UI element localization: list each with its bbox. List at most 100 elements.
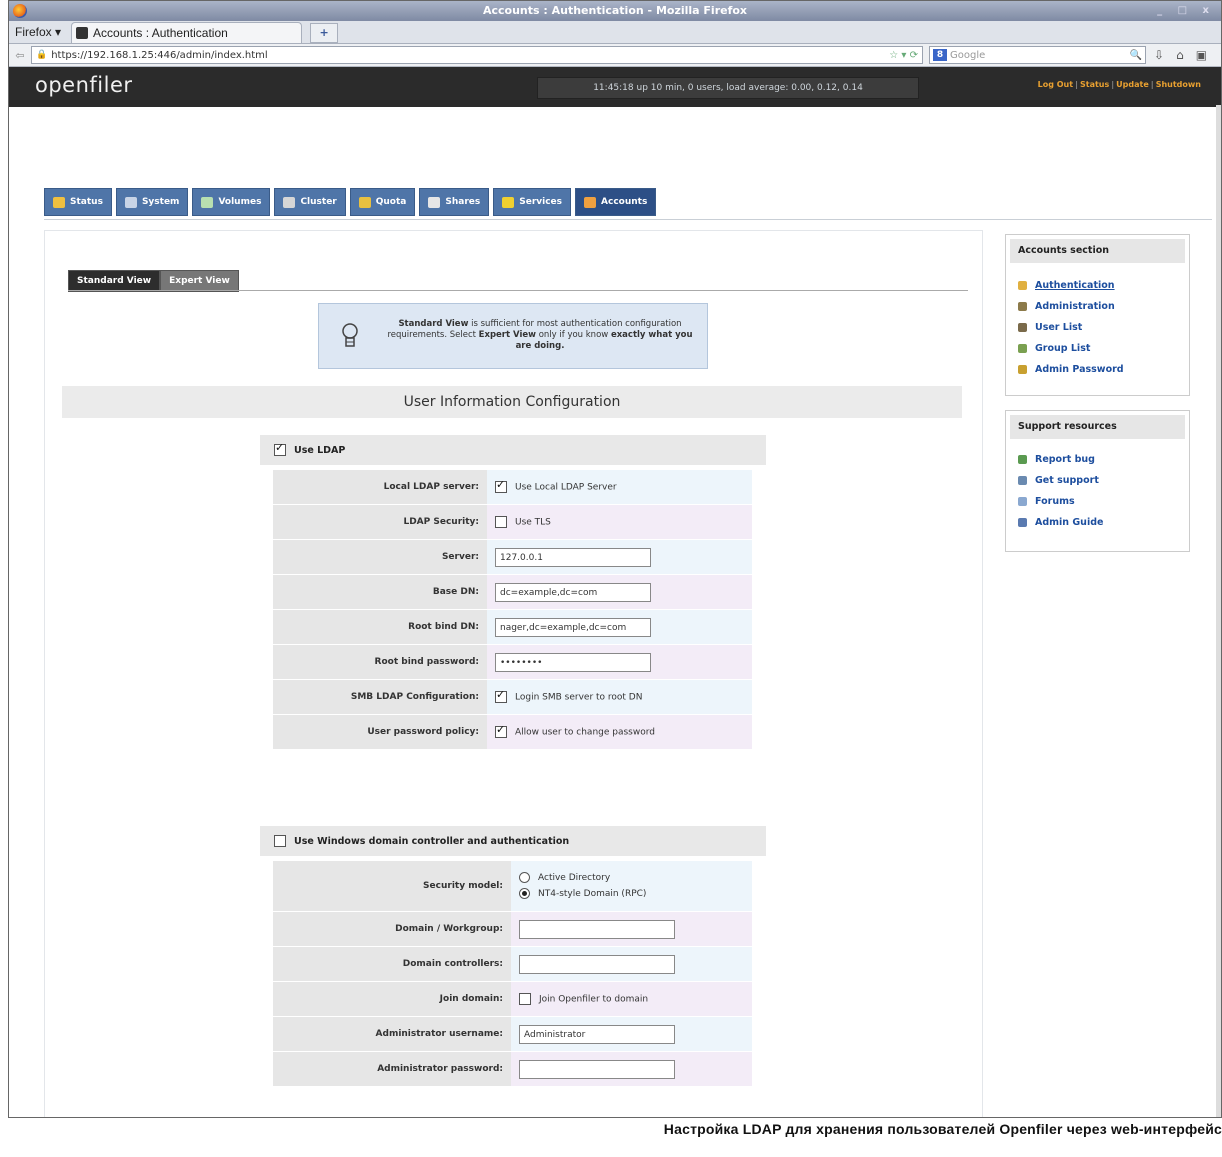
- tab-quota[interactable]: Quota: [349, 188, 416, 216]
- search-icon[interactable]: 🔍: [1130, 50, 1142, 61]
- tab-label: Cluster: [300, 197, 337, 207]
- bookmark-star-icon[interactable]: ☆ ▾ ⟳: [889, 50, 918, 61]
- search-engine-icon[interactable]: 8: [933, 49, 947, 61]
- join-domain-checkbox[interactable]: [519, 993, 531, 1005]
- sidebar-item-label: Group List: [1035, 343, 1091, 354]
- tab-accounts[interactable]: Accounts: [575, 188, 657, 216]
- ldap-security-label: LDAP Security:: [273, 504, 487, 540]
- sidebar-item-label: Forums: [1035, 496, 1075, 507]
- ldap-row-smb: SMB LDAP Configuration: Login SMB server…: [273, 679, 752, 715]
- tab-expert-view[interactable]: Expert View: [160, 270, 239, 292]
- local-ldap-server-checkbox[interactable]: [495, 478, 507, 493]
- sidebar-item-report-bug[interactable]: Report bug: [1006, 449, 1189, 470]
- ldap-row-password-policy: User password policy: Allow user to chan…: [273, 714, 752, 750]
- browser-navbar: ⇦ 🔒 https://192.168.1.25:446/admin/index…: [9, 44, 1221, 67]
- tab-label: Accounts: [601, 197, 648, 207]
- openfiler-header: openfiler 11:45:18 up 10 min, 0 users, l…: [9, 67, 1221, 107]
- logout-link[interactable]: Log Out: [1038, 80, 1073, 89]
- search-placeholder: Google: [950, 49, 986, 61]
- sidebar-item-label: Report bug: [1035, 454, 1095, 465]
- tab-services[interactable]: Services: [493, 188, 572, 216]
- radio-nt4-row[interactable]: NT4-style Domain (RPC): [519, 886, 744, 902]
- browser-tabbar: Firefox ▾ Accounts : Authentication +: [9, 21, 1221, 44]
- sidebar-item-admin-guide[interactable]: Admin Guide: [1006, 512, 1189, 533]
- use-windows-header: Use Windows domain controller and authen…: [260, 826, 766, 856]
- tab-volumes[interactable]: Volumes: [192, 188, 271, 216]
- back-arrow-icon[interactable]: ⇦: [9, 49, 31, 62]
- domain-controllers-label: Domain controllers:: [273, 946, 511, 982]
- server-cell: 127.0.0.1: [487, 539, 752, 575]
- nav-divider: [44, 219, 1212, 220]
- tab-standard-view[interactable]: Standard View: [68, 270, 161, 292]
- tip-box: Standard View is sufficient for most aut…: [318, 303, 708, 369]
- forums-icon: [1018, 497, 1027, 506]
- sidebar-item-get-support[interactable]: Get support: [1006, 470, 1189, 491]
- admin-username-cell: Administrator: [511, 1016, 752, 1052]
- sidebar-item-authentication[interactable]: Authentication: [1006, 275, 1189, 296]
- ldap-security-cell: Use TLS: [487, 504, 752, 540]
- ldap-row-base-dn: Base DN: dc=example,dc=com: [273, 574, 752, 610]
- radio-nt4-domain[interactable]: [519, 888, 530, 899]
- openfiler-logo: openfiler: [35, 73, 133, 97]
- domain-workgroup-input[interactable]: [519, 919, 675, 939]
- shutdown-link[interactable]: Shutdown: [1156, 80, 1201, 89]
- new-tab-button[interactable]: +: [310, 23, 339, 43]
- tab-cluster[interactable]: Cluster: [274, 188, 346, 216]
- ldap-row-root-bind-dn: Root bind DN: nager,dc=example,dc=com: [273, 609, 752, 645]
- window-buttons[interactable]: _ □ x: [1157, 1, 1215, 21]
- url-text: https://192.168.1.25:446/admin/index.htm…: [51, 49, 268, 61]
- sidebar-item-user-list[interactable]: User List: [1006, 317, 1189, 338]
- use-tls-checkbox[interactable]: [495, 516, 507, 528]
- system-icon: [124, 196, 137, 208]
- windows-form: Security model: Active Directory NT4-sty…: [273, 861, 752, 1087]
- ldap-row-server: Server: 127.0.0.1: [273, 539, 752, 575]
- root-bind-dn-input[interactable]: nager,dc=example,dc=com: [495, 617, 651, 637]
- tab-system[interactable]: System: [115, 188, 189, 216]
- firefox-menu-button[interactable]: Firefox ▾: [9, 21, 67, 43]
- windows-row-security-model: Security model: Active Directory NT4-sty…: [273, 861, 752, 912]
- pocket-icon[interactable]: ▣: [1196, 48, 1207, 62]
- domain-controllers-input[interactable]: [519, 954, 675, 974]
- tab-status[interactable]: Status: [44, 188, 112, 216]
- windows-row-admin-user: Administrator username: Administrator: [273, 1016, 752, 1052]
- radio-nt4-label: NT4-style Domain (RPC): [538, 889, 647, 899]
- tab-shares[interactable]: Shares: [419, 188, 490, 216]
- radio-active-directory-row[interactable]: Active Directory: [519, 870, 744, 886]
- sidebar-item-administration[interactable]: Administration: [1006, 296, 1189, 317]
- tip-bold-standard: Standard View: [398, 319, 469, 329]
- local-ldap-server-label: Local LDAP server:: [273, 470, 487, 505]
- sidebar-item-forums[interactable]: Forums: [1006, 491, 1189, 512]
- base-dn-input[interactable]: dc=example,dc=com: [495, 582, 651, 602]
- sidebar-item-label: Admin Guide: [1035, 517, 1104, 528]
- root-bind-password-input[interactable]: ••••••••: [495, 652, 651, 672]
- download-icon[interactable]: ⇩: [1154, 48, 1164, 62]
- allow-change-password-checkbox[interactable]: [495, 723, 507, 738]
- admin-password-input[interactable]: [519, 1059, 675, 1079]
- server-input[interactable]: 127.0.0.1: [495, 547, 651, 567]
- use-windows-checkbox[interactable]: [274, 835, 286, 847]
- services-icon: [502, 196, 515, 208]
- lock-icon: 🔒: [36, 50, 48, 60]
- update-link[interactable]: Update: [1116, 80, 1149, 89]
- tab-title: Accounts : Authentication: [93, 26, 228, 40]
- server-label: Server:: [273, 539, 487, 575]
- openfiler-favicon-icon: [76, 27, 89, 39]
- url-bar[interactable]: 🔒 https://192.168.1.25:446/admin/index.h…: [31, 46, 923, 64]
- tab-label: System: [141, 197, 180, 207]
- tab-label: Services: [519, 197, 563, 207]
- use-ldap-checkbox[interactable]: [274, 441, 286, 456]
- local-ldap-server-cell: Use Local LDAP Server: [487, 470, 752, 505]
- radio-active-directory[interactable]: [519, 872, 530, 883]
- admin-username-input[interactable]: Administrator: [519, 1024, 675, 1044]
- smb-login-checkbox[interactable]: [495, 688, 507, 703]
- root-bind-dn-label: Root bind DN:: [273, 609, 487, 645]
- status-link[interactable]: Status: [1080, 80, 1109, 89]
- sidebar-item-group-list[interactable]: Group List: [1006, 338, 1189, 359]
- tab-label: Status: [70, 197, 103, 207]
- sidebar-item-label: Administration: [1035, 301, 1115, 312]
- browser-tab[interactable]: Accounts : Authentication: [71, 22, 303, 43]
- page-scrollbar[interactable]: [1216, 105, 1221, 1117]
- home-icon[interactable]: ⌂: [1176, 48, 1184, 62]
- sidebar-item-admin-password[interactable]: Admin Password: [1006, 359, 1189, 380]
- search-bar[interactable]: 8 Google 🔍: [929, 46, 1146, 64]
